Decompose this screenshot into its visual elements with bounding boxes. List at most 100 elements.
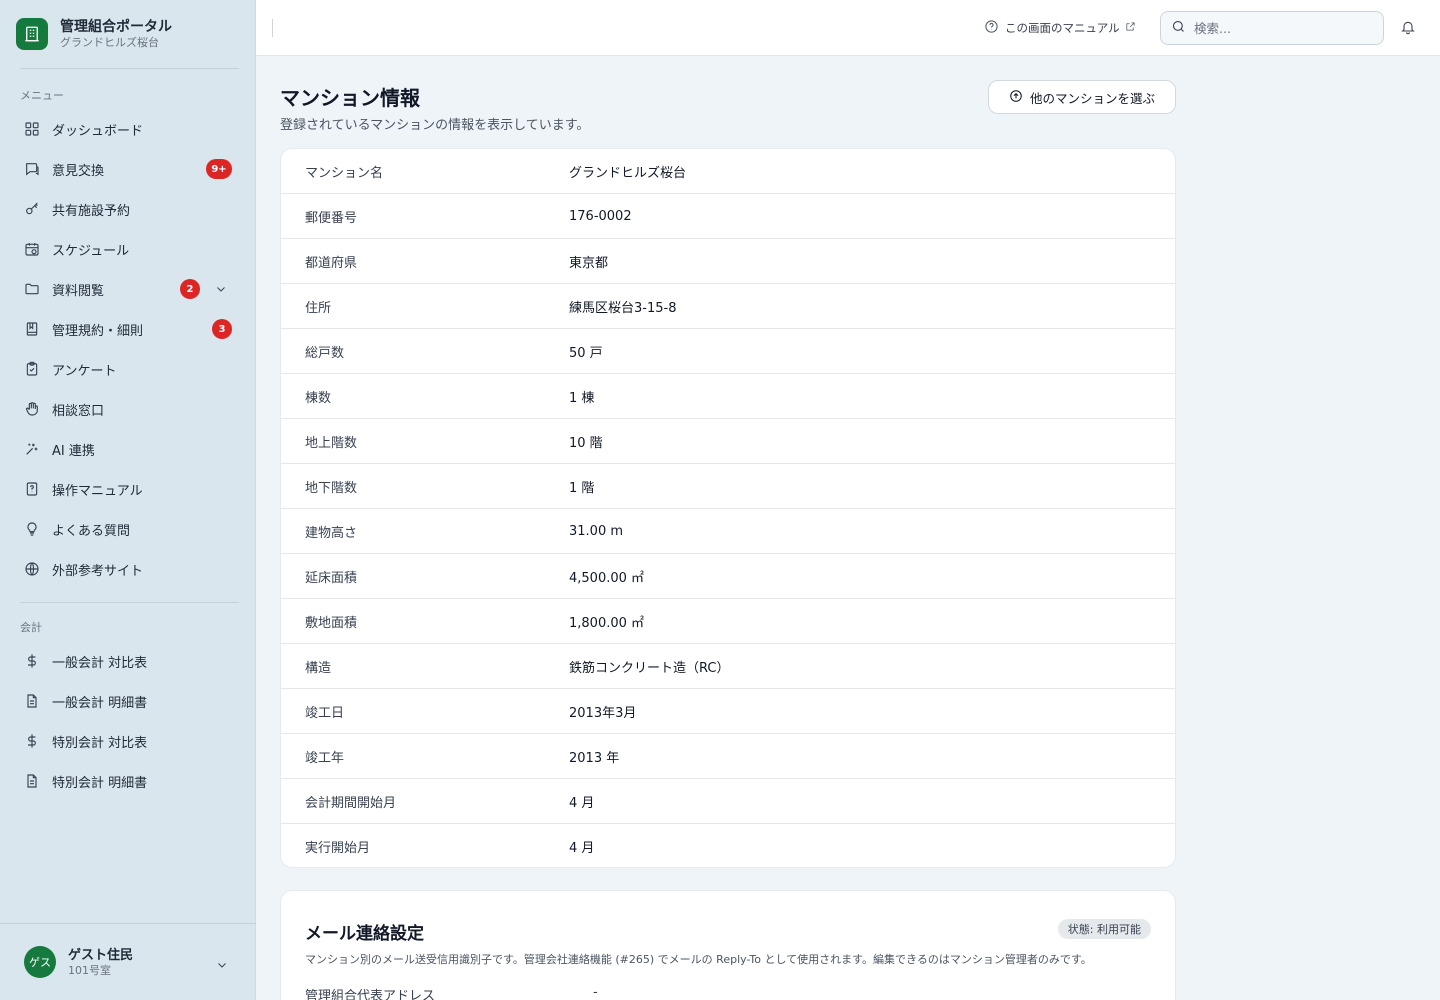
brand[interactable]: 管理組合ポータル グランドヒルズ桜台 (0, 0, 255, 68)
sidebar-item-general-statement[interactable]: 一般会計 明細書 (0, 681, 255, 721)
info-key: 住所 (305, 300, 332, 316)
notification-badge: 9+ (206, 159, 232, 179)
info-value: グランドヒルズ桜台 (569, 165, 687, 181)
sidebar-item-label: よくある質問 (52, 523, 131, 539)
info-row: 竣工日 2013年3月 (281, 689, 1175, 734)
info-row: 地上階数 10 階 (281, 419, 1175, 464)
info-key: 総戸数 (305, 345, 345, 361)
hand-icon (24, 401, 40, 417)
search-input[interactable] (1194, 20, 1364, 36)
mail-settings-card: メール連絡設定 状態: 利用可能 マンション別のメール送受信用識別子です。管理会… (280, 890, 1176, 1000)
sidebar-item-label: スケジュール (52, 243, 130, 259)
info-row: 都道府県 東京都 (281, 239, 1175, 284)
chevron-down-icon[interactable] (215, 283, 227, 299)
sidebar-item-special-comparison[interactable]: 特別会計 対比表 (0, 721, 255, 761)
document-icon (24, 693, 40, 709)
bell-icon[interactable] (1400, 19, 1416, 39)
info-row: 郵便番号 176-0002 (281, 194, 1175, 239)
sidebar-item-label: アンケート (52, 363, 117, 379)
info-value: 4 月 (569, 841, 595, 856)
info-row: 構造 鉄筋コンクリート造（RC） (281, 644, 1175, 689)
info-value: 4 月 (569, 795, 595, 811)
sidebar-item-label: 一般会計 対比表 (52, 655, 148, 671)
choose-other-mansion-button[interactable]: 他のマンションを選ぶ (988, 80, 1176, 114)
calendar-icon (24, 241, 40, 257)
sidebar-item-label: ダッシュボード (52, 123, 144, 139)
info-row: 延床面積 4,500.00 ㎡ (281, 554, 1175, 599)
search-box[interactable] (1160, 11, 1384, 45)
info-value: 練馬区桜台3-15-8 (569, 300, 677, 316)
info-key: 構造 (305, 660, 332, 676)
sidebar-item-label: 資料閲覧 (52, 283, 105, 299)
notification-badge: 2 (180, 279, 200, 299)
menu-section-label: メニュー (20, 89, 64, 102)
sidebar-item-schedule[interactable]: スケジュール (0, 229, 255, 269)
user-menu[interactable]: ゲス ゲスト住民 101号室 (0, 923, 256, 1000)
folder-icon (24, 281, 40, 297)
mail-settings-title: メール連絡設定 (305, 924, 424, 944)
document-icon (24, 773, 40, 789)
screen-manual-link[interactable]: この画面のマニュアル (984, 19, 1136, 37)
choose-button-label: 他のマンションを選ぶ (1029, 90, 1155, 106)
mail-address-value: - (593, 985, 598, 1000)
building-logo-icon (16, 18, 48, 50)
sidebar-item-opinion-exchange[interactable]: 意見交換 9+ (0, 149, 255, 189)
sidebar-item-special-statement[interactable]: 特別会計 明細書 (0, 761, 255, 801)
clipboard-icon (24, 361, 40, 377)
sidebar-item-bylaws[interactable]: 管理規約・細則 3 (0, 309, 255, 349)
user-room: 101号室 (68, 963, 111, 977)
sidebar-item-documents[interactable]: 資料閲覧 2 (0, 269, 255, 309)
info-key: 建物高さ (305, 525, 358, 541)
arrow-up-circle-icon (1009, 89, 1030, 106)
status-badge: 状態: 利用可能 (1057, 919, 1151, 939)
avatar: ゲス (24, 946, 56, 978)
info-row: 地下階数 1 階 (281, 464, 1175, 509)
info-row: 竣工年 2013 年 (281, 734, 1175, 779)
key-icon (24, 201, 40, 217)
info-key: マンション名 (305, 165, 384, 181)
info-row: 敷地面積 1,800.00 ㎡ (281, 599, 1175, 644)
lightbulb-icon (24, 521, 40, 537)
sidebar-item-faq[interactable]: よくある質問 (0, 509, 255, 549)
divider (272, 19, 273, 37)
info-key: 棟数 (305, 390, 332, 406)
mansion-info-card: マンション名 グランドヒルズ桜台 郵便番号 176-0002 都道府県 東京都 住所 練… (280, 148, 1176, 868)
info-value: 1 階 (569, 480, 595, 496)
info-row: 実行開始月 4 月 (281, 824, 1175, 869)
chevron-down-icon[interactable] (216, 956, 228, 975)
notification-badge: 3 (212, 319, 232, 339)
info-value: 31.00 m (569, 523, 624, 539)
sidebar-item-external-sites[interactable]: 外部参考サイト (0, 549, 255, 589)
manual-icon (24, 481, 40, 497)
info-row: 会計期間開始月 4 月 (281, 779, 1175, 824)
info-value: 東京都 (569, 255, 609, 271)
mail-address-row: 管理組合代表アドレス - (305, 985, 598, 1000)
info-value: 2013 年 (569, 750, 620, 766)
info-row: 建物高さ 31.00 m (281, 509, 1175, 554)
sidebar-item-general-comparison[interactable]: 一般会計 対比表 (0, 641, 255, 681)
mail-address-key: 管理組合代表アドレス (305, 989, 436, 1000)
search-icon (1171, 19, 1194, 38)
sidebar-item-ai-integration[interactable]: AI 連携 (0, 429, 255, 469)
sidebar-item-manual[interactable]: 操作マニュアル (0, 469, 255, 509)
info-row: 総戸数 50 戸 (281, 329, 1175, 374)
user-name: ゲスト住民 (68, 947, 134, 963)
sidebar-item-label: 一般会計 明細書 (52, 695, 148, 711)
sparkle-icon (24, 441, 40, 457)
info-value: 1 棟 (569, 390, 595, 406)
accounting-section-label: 会計 (20, 621, 42, 634)
info-key: 地下階数 (305, 480, 358, 496)
sidebar-item-facility-booking[interactable]: 共有施設予約 (0, 189, 255, 229)
sidebar-item-label: 特別会計 明細書 (52, 775, 148, 791)
globe-icon (24, 561, 40, 577)
info-value: 50 戸 (569, 345, 603, 361)
info-row: マンション名 グランドヒルズ桜台 (281, 149, 1175, 194)
info-value: 1,800.00 ㎡ (569, 615, 645, 631)
info-value: 10 階 (569, 435, 603, 451)
info-key: 都道府県 (305, 255, 358, 271)
sidebar-item-label: 外部参考サイト (52, 563, 144, 579)
sidebar-item-survey[interactable]: アンケート (0, 349, 255, 389)
sidebar-item-consultation[interactable]: 相談窓口 (0, 389, 255, 429)
dollar-icon (24, 733, 40, 749)
sidebar-item-dashboard[interactable]: ダッシュボード (0, 109, 255, 149)
